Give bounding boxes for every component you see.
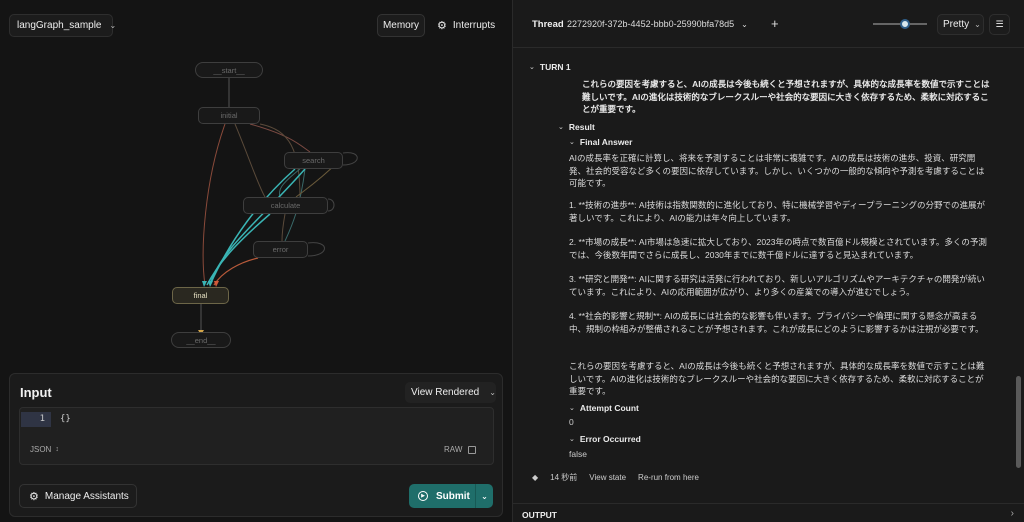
graph-edges — [198, 78, 358, 335]
chevron-down-icon: ⌄ — [569, 436, 575, 443]
graph-node-final[interactable]: final — [172, 287, 229, 304]
node-error-label: error — [272, 245, 289, 254]
node-initial-label: initial — [220, 111, 238, 120]
answer-paragraph-3: 2. **市場の成長**: AI市場は急速に拡大しており、2023年の時点で数百… — [569, 237, 987, 260]
code-text: {} — [60, 414, 71, 424]
answer-paragraph-2: 1. **技術の進歩**: AI技術は指数関数的に進化しており、特に機械学習やデ… — [569, 200, 985, 223]
attempt-count-value: 0 — [569, 417, 574, 427]
graph-node-end[interactable]: __end__ — [171, 332, 231, 348]
output-bar[interactable]: OUTPUT › — [513, 503, 1024, 522]
thread-header: Thread 2272920f-372b-4452-bbb0-25990bfa7… — [513, 0, 1024, 48]
thread-label: Thread — [532, 19, 564, 30]
graph-node-error[interactable]: error — [253, 241, 308, 258]
turn-header[interactable]: ⌄ TURN 1 — [529, 62, 571, 72]
submit-button[interactable]: ▶ Submit ⌄ — [409, 484, 493, 508]
chevron-down-icon: ⌄ — [529, 64, 535, 71]
database-button[interactable]: ☰ — [989, 14, 1010, 35]
checkpoint-row: ◆ 14 秒前 View state Re-run from here — [532, 472, 699, 483]
error-occurred-label: Error Occurred — [579, 434, 641, 444]
node-end-label: __end__ — [186, 335, 216, 345]
pretty-select[interactable]: Pretty ⌄ — [937, 14, 984, 35]
chevron-down-icon: ⌄ — [974, 20, 981, 29]
graph-node-start[interactable]: __start__ — [195, 62, 263, 78]
answer-paragraph-1: AIの成長率を正確に計算し、将来を予測することは非常に複雑です。AIの成長は技術… — [569, 153, 985, 188]
answer-paragraph-6: これらの要因を考慮すると、AIの成長は今後も続くと予想されますが、具体的な成長率… — [569, 361, 985, 396]
graph-node-initial[interactable]: initial — [198, 107, 260, 124]
thread-id: 2272920f-372b-4452-bbb0-25990bfa78d5 — [567, 19, 735, 29]
database-icon: ☰ — [995, 19, 1004, 29]
zoom-slider[interactable] — [873, 19, 927, 29]
attempt-count-label: Attempt Count — [579, 403, 639, 413]
node-calculate-label: calculate — [270, 201, 301, 210]
node-start-label: __start__ — [213, 65, 245, 75]
chevron-down-icon: ⌄ — [558, 124, 564, 131]
node-final-label: final — [193, 291, 208, 300]
thread-id-select[interactable]: 2272920f-372b-4452-bbb0-25990bfa78d5 ⌄ — [567, 19, 748, 29]
raw-toggle[interactable]: RAW — [444, 445, 477, 454]
graph-panel: langGraph_sample ⌄ Memory ⚙ Interrupts _… — [0, 0, 512, 522]
format-label: JSON — [30, 445, 52, 454]
line-number: 1 — [21, 412, 51, 427]
error-occurred-value: false — [569, 449, 587, 459]
copy-icon[interactable] — [468, 445, 477, 454]
chevron-down-icon: ⌄ — [741, 19, 748, 29]
manage-assistants-button[interactable]: ⚙ Manage Assistants — [19, 484, 137, 508]
output-label: OUTPUT — [522, 510, 557, 520]
scrollbar[interactable] — [1016, 376, 1021, 468]
new-thread-button[interactable]: + — [771, 16, 779, 31]
pretty-label: Pretty — [943, 19, 970, 30]
code-editor[interactable]: 1 {} — [19, 407, 494, 465]
top-text: これらの要因を考慮すると、AIの成長は今後も続くと予想されますが、具体的な成長率… — [582, 79, 990, 114]
answer-paragraph-5: 4. **社会的影響と規制**: AIの成長には社会的な影響も伴います。プライバ… — [569, 311, 984, 334]
settings-icon: ⚙ — [29, 490, 39, 503]
format-select[interactable]: JSON ↕ — [30, 445, 59, 454]
chevron-down-icon: ⌄ — [489, 388, 496, 397]
time-ago: 14 秒前 — [550, 473, 578, 482]
turn-label: TURN 1 — [539, 62, 571, 72]
graph-node-calculate[interactable]: calculate — [243, 197, 328, 214]
result-label: Result — [568, 122, 595, 132]
node-search-label: search — [302, 156, 325, 165]
slider-thumb[interactable] — [900, 19, 911, 29]
submit-dropdown-icon[interactable]: ⌄ — [475, 484, 493, 508]
answer-paragraph-4: 3. **研究と開発**: AIに関する研究は活発に行われており、新しいアルゴリ… — [569, 274, 985, 297]
input-card: Input View Rendered ⌄ 1 {} JSON ↕ RAW ⚙ … — [9, 373, 503, 517]
diamond-icon: ◆ — [532, 473, 539, 482]
view-rendered-label: View Rendered — [411, 387, 480, 398]
final-answer-toggle[interactable]: ⌄ Final Answer — [569, 137, 632, 147]
error-occurred-toggle[interactable]: ⌄ Error Occurred — [569, 434, 641, 444]
raw-label: RAW — [444, 445, 463, 454]
play-icon: ▶ — [418, 491, 428, 501]
chevron-updown-icon: ↕ — [55, 446, 59, 453]
final-answer-label: Final Answer — [579, 137, 633, 147]
view-state-link[interactable]: View state — [589, 473, 626, 482]
view-rendered-select[interactable]: View Rendered ⌄ — [405, 382, 496, 403]
manage-assistants-label: Manage Assistants — [44, 490, 129, 502]
result-toggle[interactable]: ⌄ Result — [558, 122, 595, 132]
rerun-link[interactable]: Re-run from here — [638, 473, 699, 482]
chevron-right-icon: › — [1010, 508, 1014, 519]
graph-node-search[interactable]: search — [284, 152, 343, 169]
chevron-down-icon: ⌄ — [569, 405, 575, 412]
chevron-down-icon: ⌄ — [569, 139, 575, 146]
attempt-count-toggle[interactable]: ⌄ Attempt Count — [569, 403, 639, 413]
input-title: Input — [20, 385, 52, 400]
submit-label: Submit — [436, 490, 470, 502]
